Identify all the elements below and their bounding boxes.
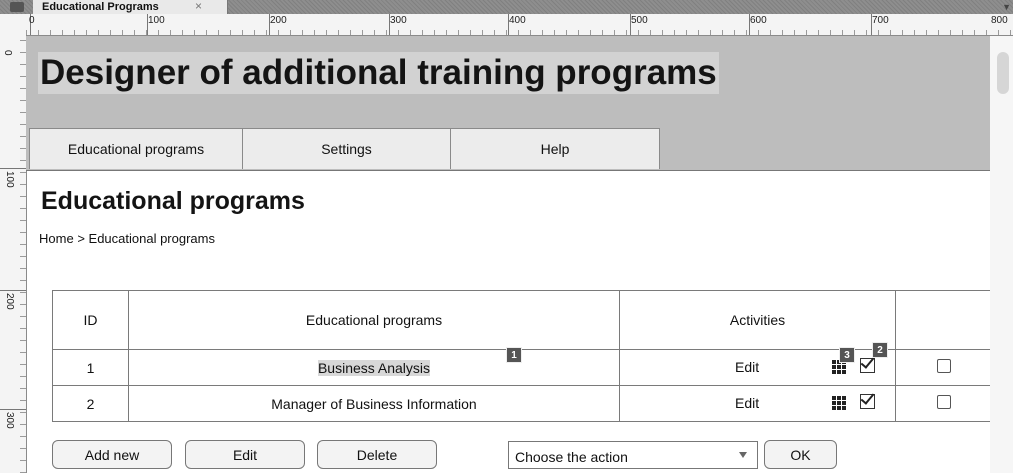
table-row[interactable]: 1 Business Analysis 1 Edit 3 2 <box>52 342 992 386</box>
header-activities: Activities <box>619 290 896 350</box>
ruler-label: 100 <box>148 15 165 26</box>
app-icon <box>10 2 24 12</box>
breadcrumb: Home > Educational programs <box>39 231 215 246</box>
ruler-label: 200 <box>4 293 15 310</box>
annotation-marker-2: 2 <box>872 342 888 358</box>
header-panel: Designer of additional training programs… <box>26 36 990 171</box>
annotation-marker-1: 1 <box>506 347 522 363</box>
ruler-label: 0 <box>2 50 13 56</box>
ruler-label: 600 <box>750 15 767 26</box>
row-id: 1 <box>52 349 129 386</box>
row-checkbox[interactable] <box>936 395 951 409</box>
edit-link[interactable]: Edit <box>735 395 759 411</box>
nav-tab-settings[interactable]: Settings <box>242 128 451 169</box>
horizontal-ruler: 0 100 200 300 400 500 600 700 800 <box>26 14 1013 36</box>
nav-tab-help[interactable]: Help <box>450 128 660 169</box>
ruler-label: 300 <box>390 15 407 26</box>
chevron-down-icon <box>739 452 747 458</box>
grid-icon[interactable] <box>832 396 847 411</box>
ruler-label: 100 <box>4 171 15 188</box>
ok-button[interactable]: OK <box>764 440 837 469</box>
row-select <box>895 349 992 386</box>
close-icon[interactable]: × <box>195 0 202 13</box>
check-icon[interactable] <box>860 358 875 373</box>
vertical-ruler: 0 100 200 300 <box>0 35 27 473</box>
row-activities: Edit 3 2 <box>619 342 896 386</box>
document-tab-title: Educational Programs <box>42 1 159 13</box>
ruler-corner <box>0 14 27 36</box>
ruler-label: 0 <box>29 15 35 26</box>
annotation-marker-3: 3 <box>839 347 855 363</box>
edit-link[interactable]: Edit <box>735 359 759 375</box>
edit-button[interactable]: Edit <box>185 440 305 469</box>
add-new-button[interactable]: Add new <box>52 440 172 469</box>
row-program-name[interactable]: Manager of Business Information <box>271 396 476 412</box>
delete-button[interactable]: Delete <box>317 440 437 469</box>
scrollbar-thumb[interactable] <box>997 52 1009 94</box>
ruler-label: 800 <box>991 15 1008 26</box>
site-title: Designer of additional training programs <box>38 52 719 94</box>
action-select-value: Choose the action <box>515 449 628 465</box>
ruler-label: 700 <box>872 15 889 26</box>
page-title: Educational programs <box>41 187 305 215</box>
breadcrumb-separator: > <box>77 231 85 246</box>
ruler-major-tick <box>0 409 26 410</box>
tab-menu-arrow-icon[interactable]: ▼ <box>1002 2 1011 12</box>
row-activities: Edit <box>619 385 896 422</box>
row-checkbox[interactable] <box>936 359 951 373</box>
table-header-row: ID Educational programs Activities <box>52 290 992 350</box>
row-program: Manager of Business Information <box>128 385 620 422</box>
table-row[interactable]: 2 Manager of Business Information Edit <box>52 385 992 422</box>
ruler-major-tick <box>0 290 26 291</box>
breadcrumb-home[interactable]: Home <box>39 231 74 246</box>
nav-tab-educational-programs[interactable]: Educational programs <box>29 128 243 169</box>
programs-table: ID Educational programs Activities 1 Bus… <box>52 290 992 422</box>
document-tab[interactable]: Educational Programs × <box>33 0 228 14</box>
header-select <box>895 290 992 350</box>
row-program-name[interactable]: Business Analysis <box>317 359 431 376</box>
ruler-label: 200 <box>270 15 287 26</box>
ruler-major-tick <box>0 168 26 169</box>
header-program: Educational programs <box>128 290 620 350</box>
vertical-scrollbar[interactable] <box>990 36 1013 473</box>
row-program: Business Analysis 1 <box>128 347 620 386</box>
row-id: 2 <box>52 385 129 422</box>
ruler-label: 300 <box>4 412 15 429</box>
ruler-label: 400 <box>509 15 526 26</box>
row-select <box>895 385 992 422</box>
header-id: ID <box>52 290 129 350</box>
breadcrumb-current: Educational programs <box>88 231 215 246</box>
check-icon[interactable] <box>860 394 875 409</box>
document-tab-bar: Educational Programs × ▼ <box>0 0 1013 14</box>
ruler-label: 500 <box>631 15 648 26</box>
action-select[interactable]: Choose the action <box>508 441 758 469</box>
